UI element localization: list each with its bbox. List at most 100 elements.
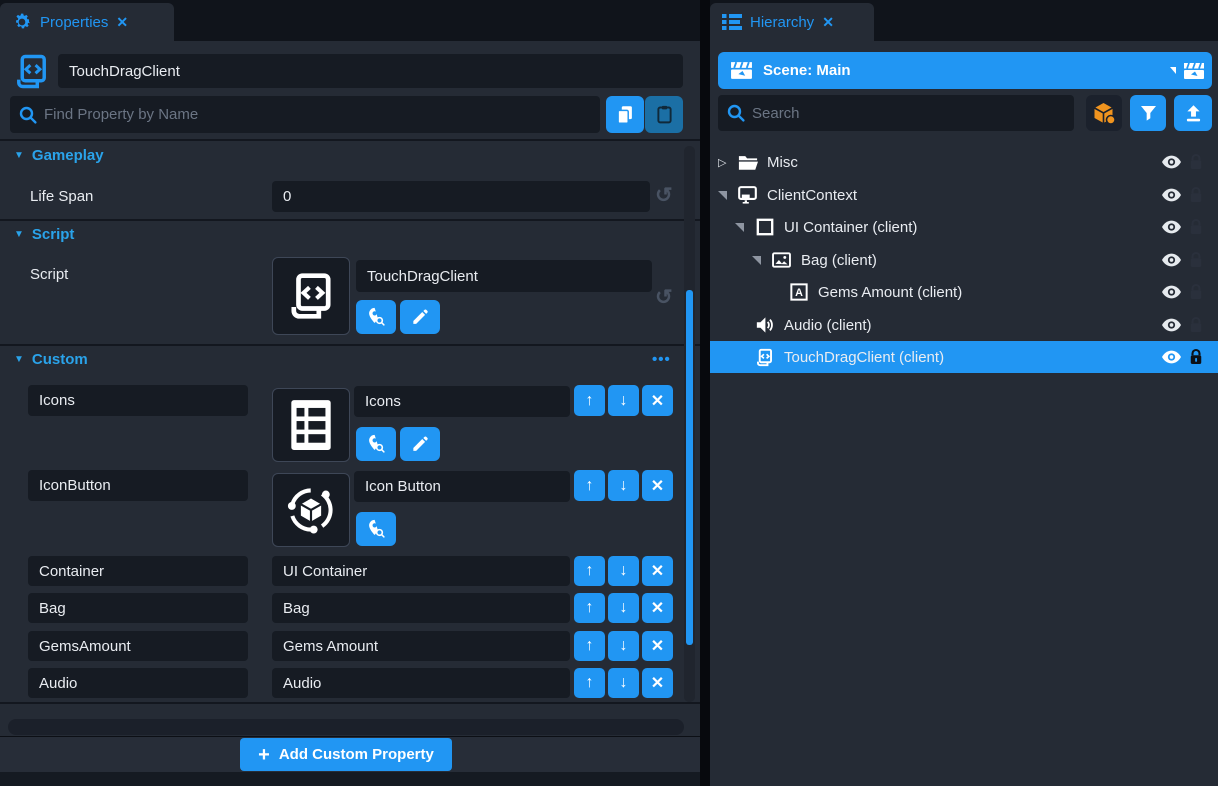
lock-icon[interactable] <box>1189 153 1203 176</box>
move-down-button[interactable]: ↓ <box>608 631 639 661</box>
upload-button[interactable] <box>1174 95 1212 131</box>
delete-property-button[interactable]: ✕ <box>642 593 673 623</box>
find-in-catalog-button[interactable] <box>356 300 396 334</box>
tree-item-label: Misc <box>767 154 798 171</box>
custom-prop-name-input[interactable] <box>28 385 248 416</box>
close-icon[interactable]: ✕ <box>822 14 834 31</box>
expand-expanded-icon[interactable] <box>718 191 727 200</box>
script-value-input[interactable] <box>356 260 652 292</box>
custom-prop-value-input[interactable] <box>272 593 570 623</box>
section-gameplay-title: Gameplay <box>32 147 104 164</box>
delete-property-button[interactable]: ✕ <box>642 631 673 661</box>
life-span-input[interactable] <box>272 181 650 212</box>
panel-splitter[interactable] <box>700 0 710 786</box>
expand-expanded-icon[interactable] <box>735 223 744 232</box>
find-in-catalog-button[interactable] <box>356 427 396 461</box>
reset-icon[interactable]: ↺ <box>655 183 673 208</box>
visibility-eye-icon[interactable] <box>1162 318 1181 337</box>
tab-properties[interactable]: Properties ✕ <box>0 3 174 41</box>
close-icon[interactable]: ✕ <box>116 14 128 31</box>
visibility-eye-icon[interactable] <box>1162 350 1181 369</box>
visibility-eye-icon[interactable] <box>1162 253 1181 272</box>
section-script-header[interactable]: ▼ Script <box>14 226 74 243</box>
reset-icon[interactable]: ↺ <box>655 285 673 310</box>
copy-properties-button[interactable] <box>606 96 644 133</box>
plus-icon: + <box>258 745 270 765</box>
move-up-button[interactable]: ↑ <box>574 556 605 586</box>
tree-row-bag[interactable]: Bag (client) <box>710 244 1218 276</box>
custom-prop-name-input[interactable] <box>28 631 248 661</box>
section-custom-header[interactable]: ▼ Custom <box>14 351 88 368</box>
edit-script-button[interactable] <box>400 300 440 334</box>
hierarchy-icon <box>722 13 742 31</box>
text-icon: A <box>788 282 809 303</box>
move-down-button[interactable]: ↓ <box>608 470 639 501</box>
find-in-catalog-button[interactable] <box>356 512 396 546</box>
custom-section-menu-icon[interactable]: ••• <box>652 351 671 368</box>
visibility-eye-icon[interactable] <box>1162 285 1181 304</box>
tree-item-label: UI Container (client) <box>784 219 917 236</box>
hierarchy-tree: ▷ Misc ClientContext <box>710 146 1218 746</box>
custom-prop-name-input[interactable] <box>28 556 248 586</box>
expand-expanded-icon[interactable] <box>752 256 761 265</box>
tree-row-gems-amount[interactable]: A Gems Amount (client) <box>710 276 1218 308</box>
pin-search-icon <box>365 433 387 455</box>
lock-icon[interactable] <box>1189 316 1203 339</box>
lock-icon[interactable] <box>1189 283 1203 306</box>
script-asset-thumbnail[interactable] <box>272 257 350 335</box>
move-up-button[interactable]: ↑ <box>574 631 605 661</box>
move-down-button[interactable]: ↓ <box>608 593 639 623</box>
add-custom-property-button[interactable]: + Add Custom Property <box>240 738 452 771</box>
custom-prop-name-input[interactable] <box>28 668 248 698</box>
svg-text:A: A <box>795 287 803 299</box>
expand-collapsed-icon[interactable]: ▷ <box>718 156 726 169</box>
custom-prop-value-input[interactable] <box>272 668 570 698</box>
lock-icon[interactable] <box>1189 251 1203 274</box>
custom-prop-value-input[interactable] <box>354 386 570 417</box>
tree-row-audio[interactable]: Audio (client) <box>710 309 1218 341</box>
section-gameplay-header[interactable]: ▼ Gameplay <box>14 147 104 164</box>
custom-prop-name-input[interactable] <box>28 470 248 501</box>
tree-row-ui-container[interactable]: UI Container (client) <box>710 211 1218 243</box>
visibility-eye-icon[interactable] <box>1162 220 1181 239</box>
lock-icon[interactable] <box>1189 186 1203 209</box>
tree-row-touchdragclient[interactable]: TouchDragClient (client) <box>710 341 1218 373</box>
tree-row-misc[interactable]: ▷ Misc <box>710 146 1218 178</box>
tab-hierarchy[interactable]: Hierarchy ✕ <box>710 3 874 41</box>
delete-property-button[interactable]: ✕ <box>642 385 673 416</box>
move-down-button[interactable]: ↓ <box>608 385 639 416</box>
copy-icon <box>614 104 636 126</box>
paste-properties-button[interactable] <box>645 96 683 133</box>
move-up-button[interactable]: ↑ <box>574 385 605 416</box>
asset-thumbnail[interactable] <box>272 473 350 547</box>
lock-icon[interactable] <box>1189 348 1203 371</box>
delete-property-button[interactable]: ✕ <box>642 556 673 586</box>
add-custom-property-label: Add Custom Property <box>279 746 434 763</box>
scrollbar-thumb[interactable] <box>686 290 693 645</box>
visibility-eye-icon[interactable] <box>1162 188 1181 207</box>
custom-prop-value-input[interactable] <box>272 556 570 586</box>
lock-icon[interactable] <box>1189 218 1203 241</box>
visibility-eye-icon[interactable] <box>1162 155 1181 174</box>
move-down-button[interactable]: ↓ <box>608 668 639 698</box>
asset-thumbnail[interactable] <box>272 388 350 462</box>
move-down-button[interactable]: ↓ <box>608 556 639 586</box>
property-search-input[interactable] <box>38 106 592 123</box>
scene-manager-button[interactable] <box>1176 52 1212 89</box>
hierarchy-search-input[interactable] <box>746 105 1066 122</box>
move-up-button[interactable]: ↑ <box>574 668 605 698</box>
delete-property-button[interactable]: ✕ <box>642 668 673 698</box>
filter-button[interactable] <box>1130 95 1166 131</box>
object-name-input[interactable] <box>58 54 683 88</box>
pencil-icon <box>410 307 430 327</box>
move-up-button[interactable]: ↑ <box>574 593 605 623</box>
show-assets-button[interactable] <box>1086 95 1122 131</box>
edit-asset-button[interactable] <box>400 427 440 461</box>
delete-property-button[interactable]: ✕ <box>642 470 673 501</box>
custom-prop-name-input[interactable] <box>28 593 248 623</box>
move-up-button[interactable]: ↑ <box>574 470 605 501</box>
custom-prop-value-input[interactable] <box>354 471 570 502</box>
tree-row-clientcontext[interactable]: ClientContext <box>710 179 1218 211</box>
scene-selector-dropdown[interactable]: Scene: Main <box>718 52 1194 89</box>
custom-prop-value-input[interactable] <box>272 631 570 661</box>
